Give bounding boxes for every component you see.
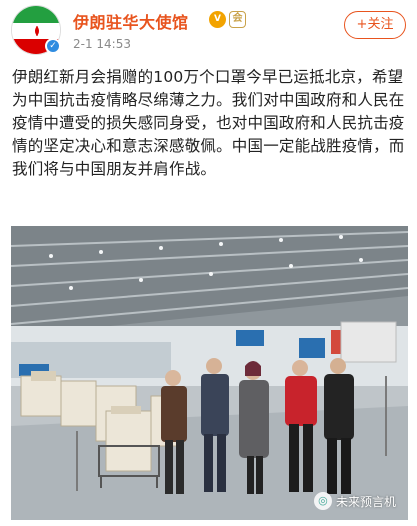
post-timestamp: 2-1 14:53: [73, 37, 131, 51]
watermark-text: 未来预言机: [335, 494, 396, 509]
member-badge-icon: 会: [229, 11, 246, 28]
post-photo[interactable]: ◎ 未来预言机: [11, 226, 408, 520]
watermark: ◎ 未来预言机: [313, 492, 396, 510]
vip-badge-icon: V: [209, 11, 226, 28]
post-header: ✓ 伊朗驻华大使馆 V 会 2-1 14:53 +关注: [0, 0, 417, 62]
airport-hall-photo: [11, 226, 408, 520]
verified-badge-icon: ✓: [45, 38, 61, 54]
wechat-icon: ◎: [313, 492, 332, 510]
account-name[interactable]: 伊朗驻华大使馆: [73, 9, 189, 33]
post-body-text: 伊朗红新月会捐赠的100万个口罩今早已运抵北京，希望为中国抗击疫情略尽绵薄之力。…: [12, 68, 405, 178]
follow-button[interactable]: +关注: [344, 11, 406, 39]
